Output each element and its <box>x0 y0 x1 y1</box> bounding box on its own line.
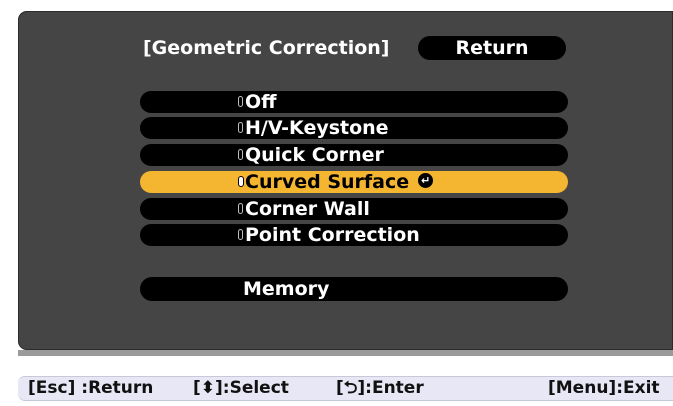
option-label: Corner Wall <box>245 198 370 220</box>
option-label: Curved Surface ↵ <box>245 171 434 193</box>
radio-indicator-icon <box>238 203 243 214</box>
memory-button[interactable]: Memory <box>140 277 568 301</box>
help-bar: [Esc] :Return [⬍]:Select [⮌]:Enter [Menu… <box>18 376 673 401</box>
return-button[interactable]: Return <box>418 36 566 60</box>
option-curved-surface[interactable]: Curved Surface ↵ <box>140 171 568 193</box>
option-quick-corner[interactable]: Quick Corner <box>140 144 568 166</box>
panel-shadow <box>18 350 673 356</box>
radio-indicator-icon <box>238 176 244 187</box>
option-point-correction[interactable]: Point Correction <box>140 224 568 246</box>
option-label: Quick Corner <box>245 144 384 166</box>
option-hv-keystone[interactable]: H/V-Keystone <box>140 117 568 139</box>
option-label: H/V-Keystone <box>245 117 389 139</box>
option-corner-wall[interactable]: Corner Wall <box>140 198 568 220</box>
option-label: Point Correction <box>245 224 420 246</box>
radio-indicator-icon <box>238 96 243 107</box>
help-select: [⬍]:Select <box>193 378 289 398</box>
radio-indicator-icon <box>238 149 243 160</box>
radio-indicator-icon <box>238 229 243 240</box>
help-enter: [⮌]:Enter <box>336 378 424 398</box>
option-off[interactable]: Off <box>140 91 568 113</box>
help-menu: [Menu]:Exit <box>548 378 660 398</box>
help-esc: [Esc] :Return <box>28 378 154 398</box>
option-label: Off <box>245 91 277 113</box>
menu-title: [Geometric Correction] <box>143 37 390 59</box>
memory-label: Memory <box>243 278 330 300</box>
enter-icon: ↵ <box>418 173 434 188</box>
radio-indicator-icon <box>238 122 243 133</box>
